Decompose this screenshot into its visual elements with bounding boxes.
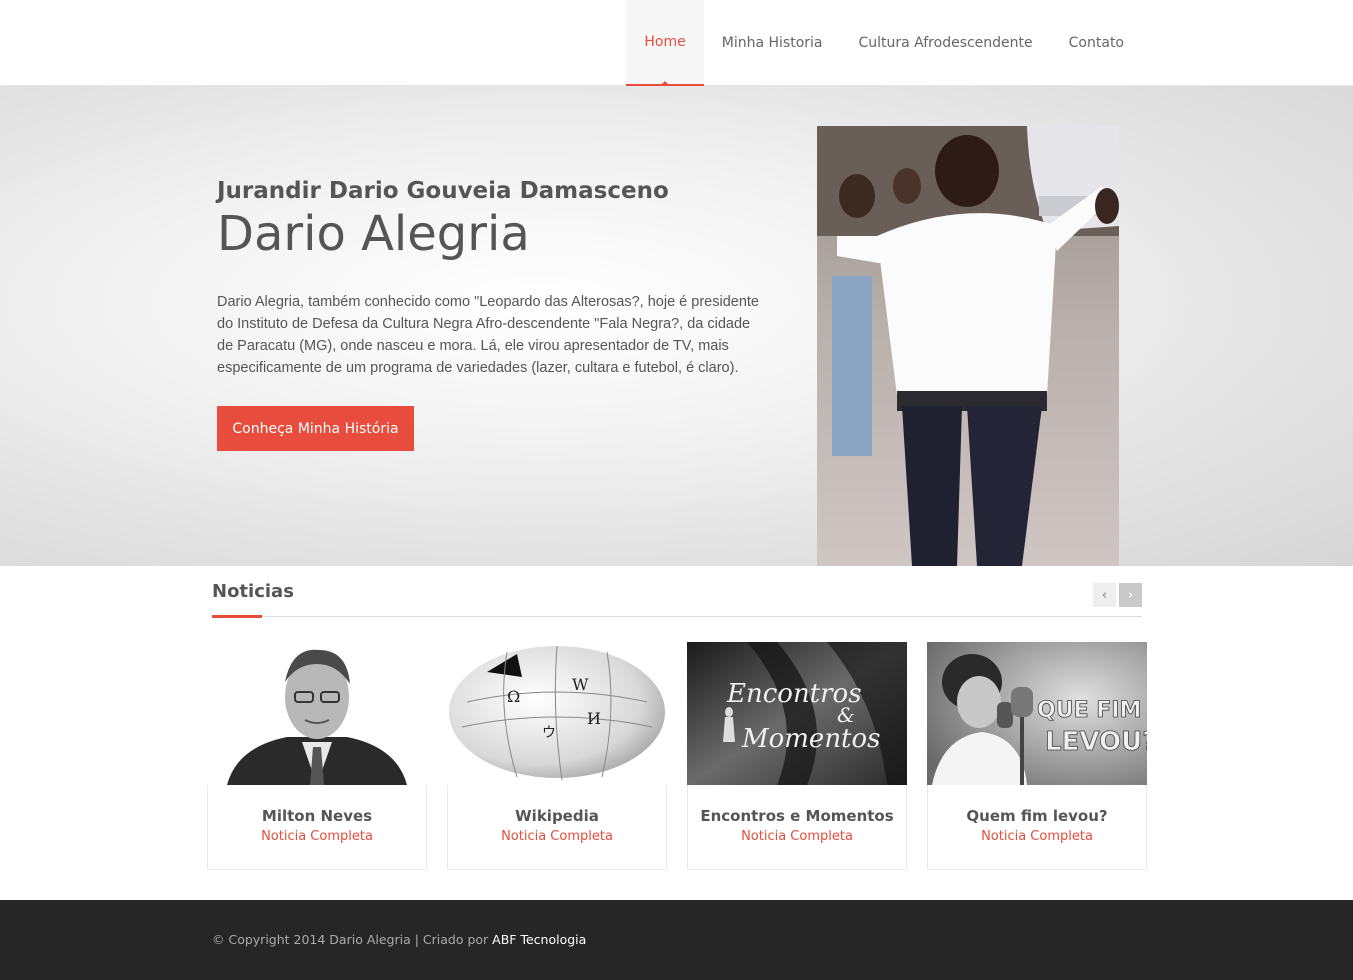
news-card-title: Quem fim levou?	[966, 807, 1108, 825]
que-fim-text: QUE FIM	[1037, 698, 1141, 723]
news-card: QUE FIM LEVOU? Quem fim levou? Noticia C…	[927, 642, 1147, 870]
momentos-text: Momentos	[741, 724, 881, 754]
svg-text:Ω: Ω	[507, 687, 520, 706]
hero-title: Dario Alegria	[217, 206, 530, 262]
carousel-next-button[interactable]: ›	[1119, 583, 1142, 607]
news-card-title: Milton Neves	[261, 807, 373, 825]
encontros-momentos-image: Encontros & Momentos	[687, 642, 907, 785]
site-header: Home Minha Historia Cultura Afrodescende…	[0, 0, 1353, 86]
quem-fim-levou-image: QUE FIM LEVOU?	[927, 642, 1147, 785]
main-nav: Home Minha Historia Cultura Afrodescende…	[626, 0, 1142, 86]
wikipedia-globe-image: Ω W И ウ	[447, 642, 667, 785]
news-card-title: Wikipedia	[515, 807, 599, 825]
hero-section: Jurandir Dario Gouveia Damasceno Dario A…	[0, 86, 1353, 566]
news-card-title: Encontros e Momentos	[700, 807, 894, 825]
carousel-prev-button[interactable]: ‹	[1093, 583, 1116, 607]
abf-tecnologia-link[interactable]: ABF Tecnologia	[492, 932, 586, 947]
milton-neves-photo	[207, 642, 427, 785]
svg-text:И: И	[587, 709, 601, 728]
site-footer: © Copyright 2014 Dario Alegria | Criado …	[0, 900, 1353, 980]
hero-portrait-photo	[817, 126, 1119, 566]
nav-contato[interactable]: Contato	[1051, 0, 1142, 86]
news-section-title: Noticias	[212, 581, 294, 602]
svg-text:ウ: ウ	[542, 725, 556, 741]
footer-copyright: © Copyright 2014 Dario Alegria | Criado …	[212, 932, 586, 947]
news-card-link[interactable]: Noticia Completa	[688, 829, 906, 844]
news-card-link[interactable]: Noticia Completa	[208, 829, 426, 844]
news-card-link[interactable]: Noticia Completa	[928, 829, 1146, 844]
minha-historia-button[interactable]: Conheça Minha História	[217, 406, 414, 451]
nav-home[interactable]: Home	[626, 0, 704, 86]
nav-cultura-afrodescendente[interactable]: Cultura Afrodescendente	[840, 0, 1050, 86]
hero-subtitle: Jurandir Dario Gouveia Damasceno	[217, 178, 669, 204]
svg-text:W: W	[572, 675, 589, 694]
copyright-text: © Copyright 2014 Dario Alegria | Criado …	[212, 932, 493, 947]
hero-description: Dario Alegria, também conhecido como "Le…	[217, 294, 759, 376]
news-divider-accent	[212, 615, 262, 618]
news-card: Encontros & Momentos Encontros e Momento…	[687, 642, 907, 870]
levou-text: LEVOU?	[1045, 727, 1147, 757]
news-card: Ω W И ウ Wikipedia Noticia Completa	[447, 642, 667, 870]
news-card-link[interactable]: Noticia Completa	[448, 829, 666, 844]
news-divider	[212, 616, 1142, 617]
news-card: Milton Neves Noticia Completa	[207, 642, 427, 870]
nav-minha-historia[interactable]: Minha Historia	[704, 0, 841, 86]
